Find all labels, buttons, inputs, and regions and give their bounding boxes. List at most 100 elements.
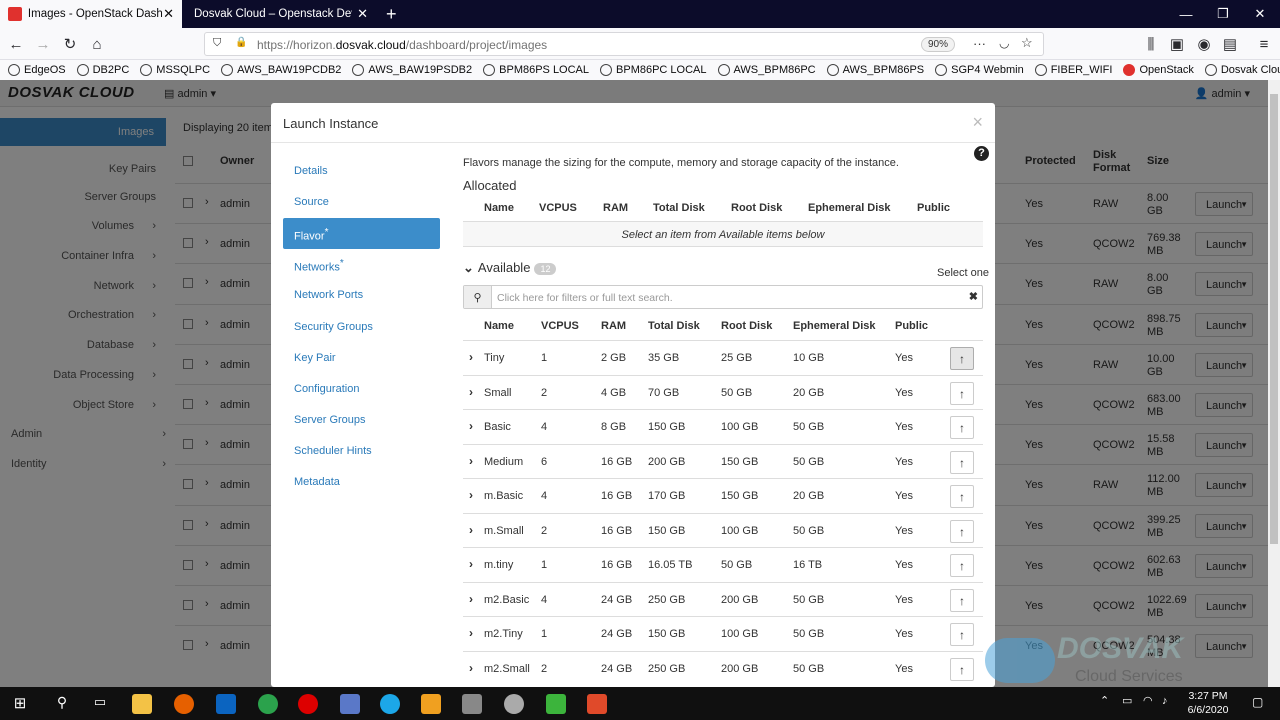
col-vcpus[interactable]: VCPUS: [541, 320, 579, 332]
app-icon[interactable]: [421, 694, 441, 714]
shield-icon[interactable]: ⛉: [213, 38, 221, 49]
window-close-icon[interactable]: ✕: [1242, 0, 1278, 28]
expand-row-icon[interactable]: ›: [469, 419, 473, 433]
tray-chevron-icon[interactable]: ⌃: [1100, 696, 1109, 707]
wizard-step[interactable]: Security Groups: [283, 312, 440, 343]
system-clock[interactable]: 3:27 PM 6/6/2020: [1182, 689, 1234, 717]
flavor-row[interactable]: › Small 2 4 GB 70 GB 50 GB 20 GB Yes ↑: [463, 374, 983, 410]
chrome-icon[interactable]: [258, 694, 278, 714]
new-tab-button[interactable]: +: [378, 0, 402, 28]
allocate-arrow-up-icon[interactable]: ↑: [950, 347, 974, 370]
expand-row-icon[interactable]: ›: [469, 661, 473, 675]
expand-row-icon[interactable]: ›: [469, 557, 473, 571]
expand-row-icon[interactable]: ›: [469, 523, 473, 537]
back-icon[interactable]: ←: [5, 34, 27, 54]
help-icon[interactable]: ?: [971, 143, 995, 167]
close-icon[interactable]: ×: [972, 112, 983, 133]
scrollbar-thumb[interactable]: [1270, 94, 1278, 544]
expand-row-icon[interactable]: ›: [469, 454, 473, 468]
forward-icon[interactable]: →: [32, 34, 54, 54]
edge-icon[interactable]: [380, 694, 400, 714]
flavor-row[interactable]: › Tiny 1 2 GB 35 GB 25 GB 10 GB Yes ↑: [463, 340, 983, 375]
allocate-arrow-up-icon[interactable]: ↑: [950, 519, 974, 543]
close-tab-icon[interactable]: ✕: [163, 6, 174, 22]
expand-row-icon[interactable]: ›: [469, 592, 473, 606]
menu-icon[interactable]: ≡: [1253, 34, 1275, 54]
page-scrollbar[interactable]: [1268, 80, 1280, 687]
wizard-step[interactable]: Flavor*: [283, 218, 440, 249]
tab-dosvak[interactable]: Dosvak Cloud – Openstack Develop ✕: [186, 0, 376, 28]
col-public[interactable]: Public: [895, 320, 928, 332]
more-icon[interactable]: ···: [973, 37, 986, 50]
bookmark-item[interactable]: AWS_BPM86PS: [826, 64, 924, 76]
bookmark-item[interactable]: EdgeOS: [8, 64, 66, 76]
pocket-icon[interactable]: ◡: [999, 37, 1009, 49]
allocate-arrow-up-icon[interactable]: ↑: [950, 381, 974, 405]
expand-row-icon[interactable]: ›: [469, 488, 473, 502]
flavor-row[interactable]: › Basic 4 8 GB 150 GB 100 GB 50 GB Yes ↑: [463, 409, 983, 444]
extension-icon[interactable]: ▤: [1219, 34, 1241, 54]
col-ram[interactable]: RAM: [601, 320, 626, 332]
bookmark-item[interactable]: MSSQLPC: [140, 64, 210, 76]
flavor-row[interactable]: › m2.Basic 4 24 GB 250 GB 200 GB 50 GB Yes ↑: [463, 581, 983, 617]
bookmark-item[interactable]: BPM86PS LOCAL: [483, 64, 589, 76]
col-name[interactable]: Name: [484, 320, 514, 332]
bookmark-item[interactable]: AWS_BPM86PC: [717, 64, 816, 76]
bookmark-item[interactable]: Dosvak Cloud: [1204, 64, 1280, 76]
bookmark-item[interactable]: AWS_BAW19PCDB2: [221, 64, 341, 76]
allocate-arrow-up-icon[interactable]: ↑: [950, 554, 974, 577]
app-icon[interactable]: [546, 694, 566, 714]
restore-icon[interactable]: ❐: [1205, 0, 1241, 28]
volume-icon[interactable]: ♪: [1162, 696, 1168, 707]
allocate-arrow-up-icon[interactable]: ↑: [950, 623, 974, 646]
app-icon[interactable]: [462, 694, 482, 714]
task-view-icon[interactable]: ▭: [90, 694, 110, 714]
flavor-row[interactable]: › m.tiny 1 16 GB 16.05 TB 50 GB 16 TB Yes ↑: [463, 547, 983, 582]
wizard-step[interactable]: Server Groups: [283, 405, 440, 436]
tab-images[interactable]: Images - OpenStack Dashboard ✕: [0, 0, 182, 28]
account-icon[interactable]: ◉: [1193, 34, 1215, 54]
reload-icon[interactable]: ↻: [59, 34, 81, 54]
flavor-row[interactable]: › Medium 6 16 GB 200 GB 150 GB 50 GB Yes ↑: [463, 443, 983, 479]
clear-filter-icon[interactable]: ✖: [969, 290, 978, 303]
allocate-arrow-up-icon[interactable]: ↑: [950, 588, 974, 612]
col-root-disk[interactable]: Root Disk: [721, 320, 772, 332]
allocate-arrow-up-icon[interactable]: ↑: [950, 657, 974, 681]
bookmark-item[interactable]: SGP4 Webmin: [935, 64, 1024, 76]
bookmark-item[interactable]: BPM86PC LOCAL: [600, 64, 707, 76]
opera-icon[interactable]: [298, 694, 318, 714]
wizard-step[interactable]: Key Pair: [283, 343, 440, 374]
allocate-arrow-up-icon[interactable]: ↑: [950, 416, 974, 439]
sidebar-icon[interactable]: ▣: [1166, 34, 1188, 54]
allocate-arrow-up-icon[interactable]: ↑: [950, 485, 974, 508]
zoom-level[interactable]: 90%: [921, 37, 956, 52]
bookmark-item[interactable]: OpenStack: [1123, 64, 1194, 76]
wizard-step[interactable]: Networks*: [283, 249, 440, 280]
search-icon[interactable]: ⚲: [52, 694, 72, 714]
windows-start-icon[interactable]: ⊞: [10, 694, 30, 714]
wifi-icon[interactable]: ◠: [1143, 696, 1153, 707]
allocate-arrow-up-icon[interactable]: ↑: [950, 450, 974, 474]
bookmark-item[interactable]: DB2PC: [76, 64, 129, 76]
firefox-icon[interactable]: [174, 694, 194, 714]
minimize-icon[interactable]: —: [1168, 0, 1204, 28]
col-total-disk[interactable]: Total Disk: [648, 320, 700, 332]
library-icon[interactable]: ⫼: [1140, 34, 1162, 54]
col-ephemeral-disk[interactable]: Ephemeral Disk: [793, 320, 876, 332]
flavor-row[interactable]: › m.Small 2 16 GB 150 GB 100 GB 50 GB Yes ↑: [463, 512, 983, 548]
wizard-step[interactable]: Scheduler Hints: [283, 436, 440, 467]
notifications-icon[interactable]: ▢: [1252, 696, 1263, 708]
app-icon[interactable]: [504, 694, 524, 714]
app-icon[interactable]: [587, 694, 607, 714]
file-explorer-icon[interactable]: [132, 694, 152, 714]
flavor-row[interactable]: › m2.Tiny 1 24 GB 150 GB 100 GB 50 GB Yes ↑: [463, 616, 983, 651]
bookmark-item[interactable]: AWS_BAW19PSDB2: [352, 64, 472, 76]
flavor-row[interactable]: › m2.Small 2 24 GB 250 GB 200 GB 50 GB Yes ↑: [463, 650, 983, 686]
wizard-step[interactable]: Source: [283, 187, 440, 218]
wizard-step[interactable]: Details: [283, 156, 440, 187]
battery-icon[interactable]: ▭: [1122, 696, 1132, 707]
wizard-step[interactable]: Network Ports: [283, 280, 440, 311]
wizard-step[interactable]: Metadata: [283, 467, 440, 498]
expand-row-icon[interactable]: ›: [469, 350, 473, 364]
close-tab-icon[interactable]: ✕: [357, 6, 368, 22]
